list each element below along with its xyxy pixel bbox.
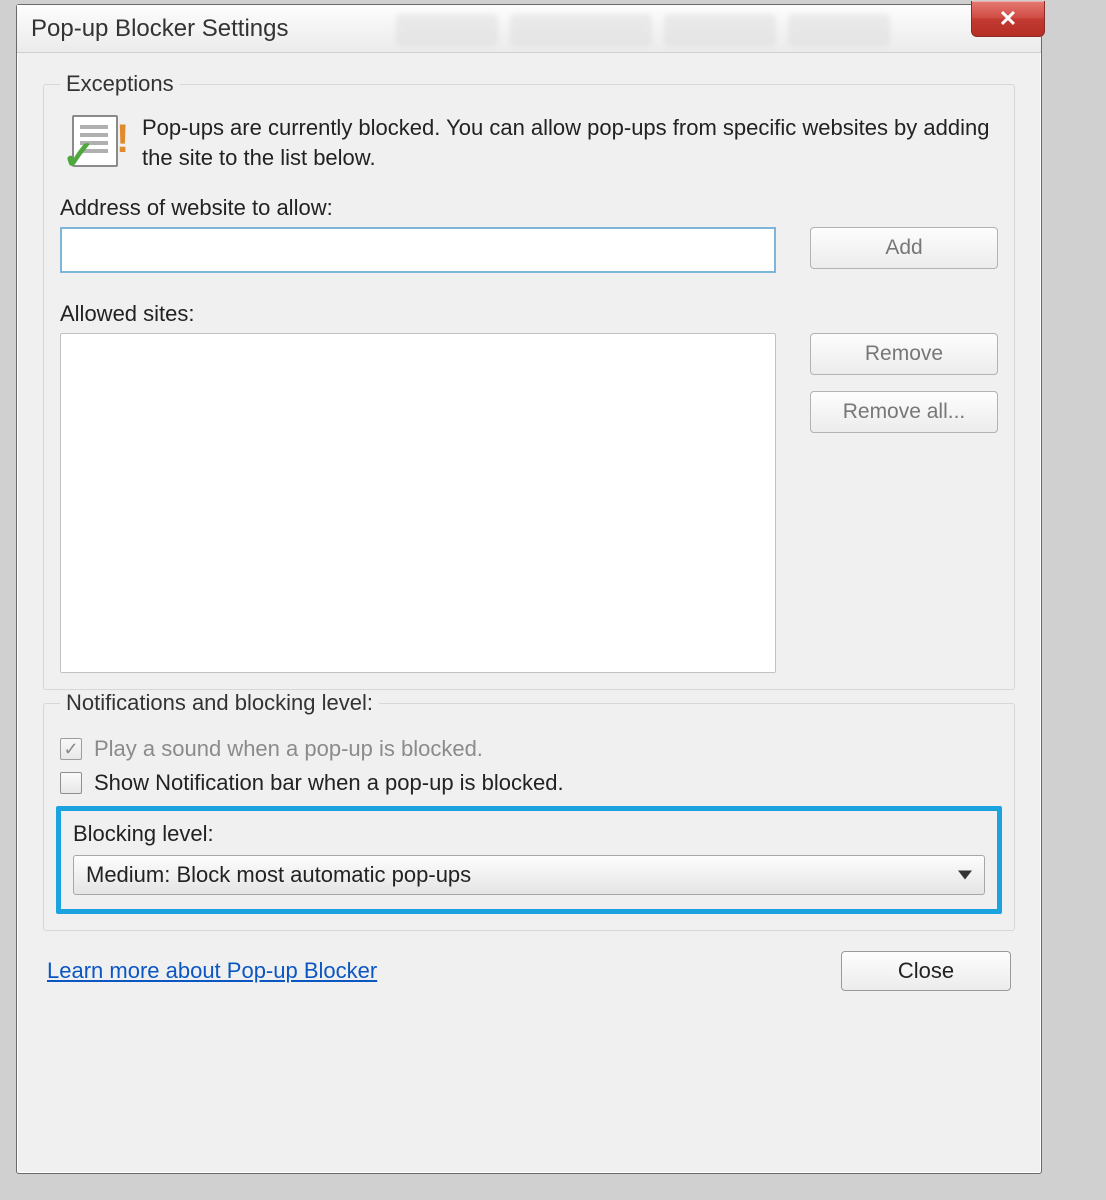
- exceptions-legend: Exceptions: [60, 71, 180, 97]
- allowed-sites-label: Allowed sites:: [60, 301, 998, 327]
- blocking-level-value: Medium: Block most automatic pop-ups: [86, 862, 471, 888]
- show-bar-label: Show Notification bar when a pop-up is b…: [94, 770, 564, 796]
- chevron-down-icon: [958, 871, 972, 880]
- remove-button[interactable]: Remove: [810, 333, 998, 375]
- show-bar-checkbox[interactable]: [60, 772, 82, 794]
- address-row: Add: [60, 227, 998, 273]
- info-row: ! ✓ Pop-ups are currently blocked. You c…: [60, 111, 998, 173]
- check-icon: ✓: [63, 740, 78, 758]
- info-text: Pop-ups are currently blocked. You can a…: [142, 111, 992, 172]
- address-input[interactable]: [60, 227, 776, 273]
- play-sound-label: Play a sound when a pop-up is blocked.: [94, 736, 483, 762]
- titlebar: Pop-up Blocker Settings ✕: [17, 5, 1041, 53]
- document-check-icon: ! ✓: [66, 115, 124, 173]
- blocking-level-highlight: Blocking level: Medium: Block most autom…: [56, 806, 1002, 914]
- remove-all-button[interactable]: Remove all...: [810, 391, 998, 433]
- close-button[interactable]: Close: [841, 951, 1011, 991]
- allowed-sites-listbox[interactable]: [60, 333, 776, 673]
- background-tabs-blur: [397, 15, 889, 45]
- play-sound-row: ✓ Play a sound when a pop-up is blocked.: [60, 736, 998, 762]
- popup-blocker-dialog: Pop-up Blocker Settings ✕ Exceptions ! ✓…: [16, 4, 1042, 1174]
- blocking-level-label: Blocking level:: [73, 821, 985, 847]
- dialog-footer: Learn more about Pop-up Blocker Close: [43, 951, 1015, 991]
- dialog-title: Pop-up Blocker Settings: [31, 15, 288, 43]
- window-close-button[interactable]: ✕: [971, 1, 1045, 37]
- play-sound-checkbox: ✓: [60, 738, 82, 760]
- add-button[interactable]: Add: [810, 227, 998, 269]
- show-bar-row: Show Notification bar when a pop-up is b…: [60, 770, 998, 796]
- exceptions-group: Exceptions ! ✓ Pop-ups are currently blo…: [43, 71, 1015, 690]
- allowed-side-buttons: Remove Remove all...: [810, 333, 998, 433]
- notifications-legend: Notifications and blocking level:: [60, 690, 379, 716]
- close-icon: ✕: [999, 6, 1017, 32]
- address-label: Address of website to allow:: [60, 195, 998, 221]
- notifications-group: Notifications and blocking level: ✓ Play…: [43, 690, 1015, 931]
- blocking-level-select[interactable]: Medium: Block most automatic pop-ups: [73, 855, 985, 895]
- dialog-body: Exceptions ! ✓ Pop-ups are currently blo…: [17, 53, 1041, 1173]
- allowed-row: Remove Remove all...: [60, 333, 998, 673]
- learn-more-link[interactable]: Learn more about Pop-up Blocker: [47, 958, 377, 984]
